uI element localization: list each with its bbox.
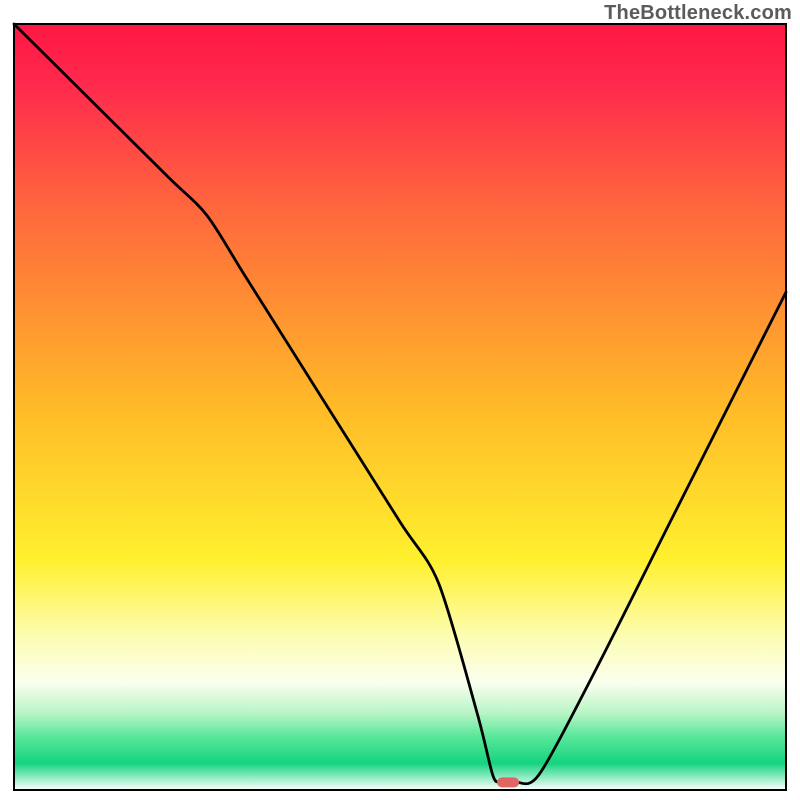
target-marker <box>497 777 519 787</box>
chart-container: TheBottleneck.com <box>0 0 800 800</box>
bottleneck-chart <box>0 0 800 800</box>
watermark-text: TheBottleneck.com <box>604 2 792 25</box>
